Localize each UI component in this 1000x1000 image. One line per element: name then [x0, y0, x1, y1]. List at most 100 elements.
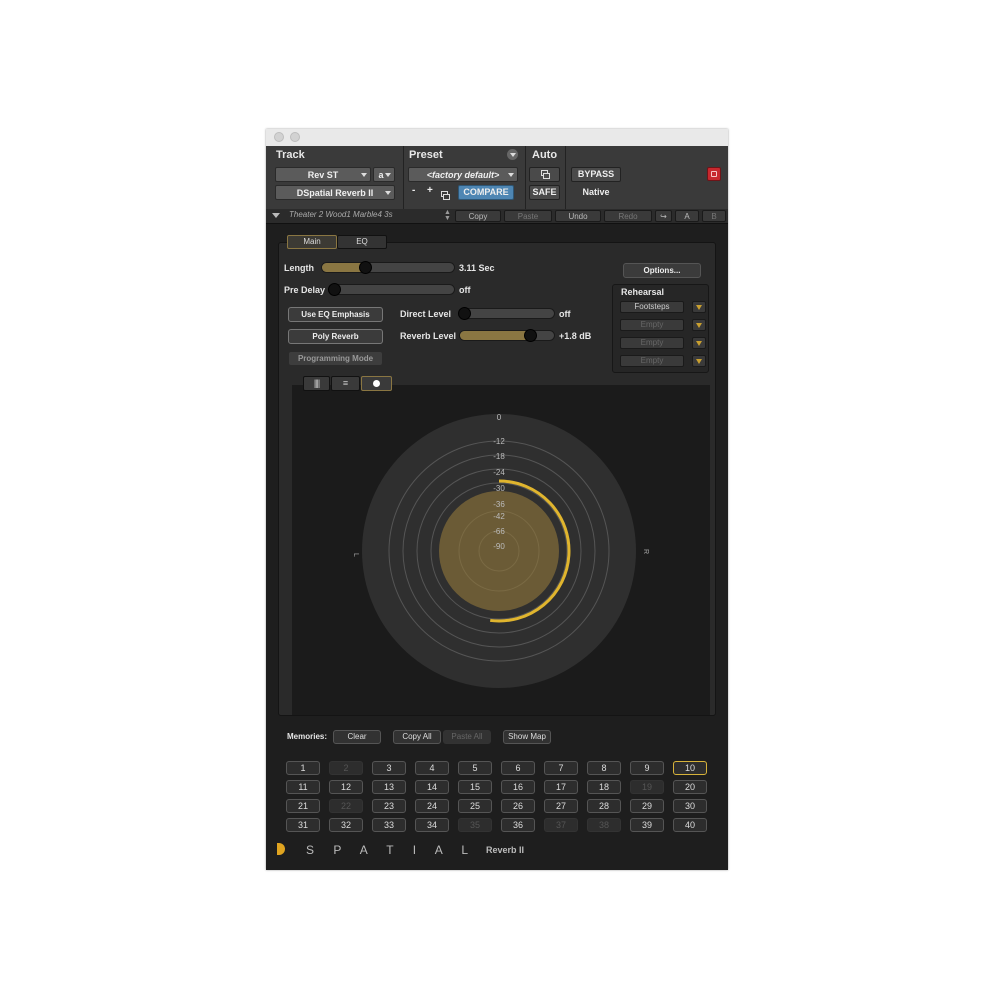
- a-button[interactable]: A: [675, 210, 699, 222]
- length-label: Length: [284, 263, 314, 273]
- rehearsal-slot-3-dropdown[interactable]: [692, 337, 706, 349]
- reverb-level-slider-knob[interactable]: [524, 329, 538, 342]
- length-slider[interactable]: [321, 262, 455, 273]
- memory-slot-button[interactable]: 34: [415, 818, 449, 832]
- track-name-field[interactable]: Rev ST: [275, 167, 371, 182]
- memory-slot-button[interactable]: 5: [458, 761, 492, 775]
- spatial-display[interactable]: 0 -12 -18 -24 -30 -36 -42 -66 -90 L R: [292, 385, 710, 715]
- preset-path-menu-icon[interactable]: [272, 213, 280, 218]
- memory-slot-button[interactable]: 39: [630, 818, 664, 832]
- rehearsal-slot-3[interactable]: Empty: [620, 337, 684, 349]
- preset-label: Preset: [409, 149, 443, 161]
- memory-slot-button[interactable]: 18: [587, 780, 621, 794]
- memory-slot-button[interactable]: 38: [587, 818, 621, 832]
- memory-slot-button[interactable]: 25: [458, 799, 492, 813]
- memory-slot-button[interactable]: 13: [372, 780, 406, 794]
- options-button[interactable]: Options...: [623, 263, 701, 278]
- rehearsal-slot-1[interactable]: Footsteps: [620, 301, 684, 313]
- radar-right-label: R: [642, 549, 649, 554]
- memory-slot-button[interactable]: 17: [544, 780, 578, 794]
- preset-library-icon[interactable]: [441, 187, 450, 200]
- memory-slot-button[interactable]: 3: [372, 761, 406, 775]
- preset-select[interactable]: <factory default>: [408, 167, 518, 182]
- predelay-slider[interactable]: [329, 284, 455, 295]
- track-channel-select[interactable]: a: [373, 167, 395, 182]
- memory-slot-button[interactable]: 8: [587, 761, 621, 775]
- memories-copy-all-button[interactable]: Copy All: [393, 730, 441, 744]
- memory-slot-button[interactable]: 21: [286, 799, 320, 813]
- view-list-button[interactable]: ≡: [331, 376, 360, 391]
- memory-slot-button[interactable]: 35: [458, 818, 492, 832]
- undo-button[interactable]: Undo: [555, 210, 601, 222]
- memory-slot-button[interactable]: 37: [544, 818, 578, 832]
- memory-slot-button[interactable]: 33: [372, 818, 406, 832]
- memories-show-map-button[interactable]: Show Map: [503, 730, 551, 744]
- reverb-level-label: Reverb Level: [400, 331, 457, 341]
- memory-slot-button[interactable]: 16: [501, 780, 535, 794]
- close-window-button[interactable]: [274, 132, 284, 142]
- preset-menu-icon[interactable]: [507, 149, 518, 160]
- memory-slot-button[interactable]: 28: [587, 799, 621, 813]
- reverb-level-slider[interactable]: [459, 330, 555, 341]
- auto-window-button[interactable]: [529, 167, 560, 182]
- preset-next-button[interactable]: +: [427, 185, 433, 196]
- memory-slot-button[interactable]: 20: [673, 780, 707, 794]
- memory-slot-button[interactable]: 29: [630, 799, 664, 813]
- chevron-down-icon: [696, 323, 702, 328]
- bypass-button[interactable]: BYPASS: [571, 167, 621, 182]
- preset-stepper-icon[interactable]: ▲ ▼: [444, 209, 451, 222]
- plugin-select[interactable]: DSpatial Reverb II: [275, 185, 395, 200]
- memory-slot-button[interactable]: 40: [673, 818, 707, 832]
- tab-eq[interactable]: EQ: [337, 235, 387, 249]
- preset-prev-button[interactable]: -: [412, 185, 415, 196]
- memory-slot-button[interactable]: 27: [544, 799, 578, 813]
- poly-reverb-button[interactable]: Poly Reverb: [288, 329, 383, 344]
- rehearsal-slot-2[interactable]: Empty: [620, 319, 684, 331]
- memory-slot-button[interactable]: 31: [286, 818, 320, 832]
- view-bars-button[interactable]: ||||: [303, 376, 330, 391]
- memory-slot-button[interactable]: 4: [415, 761, 449, 775]
- memory-slot-button[interactable]: 32: [329, 818, 363, 832]
- memory-slot-button[interactable]: 24: [415, 799, 449, 813]
- ab-swap-icon[interactable]: ↪: [655, 210, 672, 222]
- rehearsal-slot-1-dropdown[interactable]: [692, 301, 706, 313]
- direct-level-slider-knob[interactable]: [458, 307, 471, 320]
- view-radar-button[interactable]: [361, 376, 392, 391]
- reverb-level-value: +1.8 dB: [559, 331, 592, 341]
- tab-main[interactable]: Main: [287, 235, 337, 249]
- memory-slot-button[interactable]: 7: [544, 761, 578, 775]
- memory-slot-button[interactable]: 36: [501, 818, 535, 832]
- memory-slot-button[interactable]: 6: [501, 761, 535, 775]
- b-button[interactable]: B: [702, 210, 726, 222]
- copy-button[interactable]: Copy: [455, 210, 501, 222]
- plugin-window: Track Preset Auto Rev ST a DSpatial Reve…: [266, 129, 728, 870]
- memory-slot-button[interactable]: 1: [286, 761, 320, 775]
- redo-button[interactable]: Redo: [604, 210, 652, 222]
- direct-level-slider[interactable]: [459, 308, 555, 319]
- safe-button[interactable]: SAFE: [529, 185, 560, 200]
- memory-slot-button[interactable]: 9: [630, 761, 664, 775]
- predelay-slider-knob[interactable]: [328, 283, 341, 296]
- memory-slot-button[interactable]: 14: [415, 780, 449, 794]
- memory-slot-button[interactable]: 23: [372, 799, 406, 813]
- rehearsal-slot-4-dropdown[interactable]: [692, 355, 706, 367]
- memory-slot-button[interactable]: 19: [630, 780, 664, 794]
- memory-slot-button[interactable]: 15: [458, 780, 492, 794]
- programming-mode-button[interactable]: Programming Mode: [288, 351, 383, 366]
- memory-slot-button[interactable]: 11: [286, 780, 320, 794]
- memory-slot-button[interactable]: 22: [329, 799, 363, 813]
- memories-clear-button[interactable]: Clear: [333, 730, 381, 744]
- paste-button[interactable]: Paste: [504, 210, 552, 222]
- compare-button[interactable]: COMPARE: [458, 185, 514, 200]
- memory-slot-button[interactable]: 26: [501, 799, 535, 813]
- memory-slot-button[interactable]: 2: [329, 761, 363, 775]
- memories-paste-all-button[interactable]: Paste All: [443, 730, 491, 744]
- minimize-window-button[interactable]: [290, 132, 300, 142]
- eq-emphasis-button[interactable]: Use EQ Emphasis: [288, 307, 383, 322]
- rehearsal-slot-4[interactable]: Empty: [620, 355, 684, 367]
- memory-slot-button[interactable]: 10: [673, 761, 707, 775]
- memory-slot-button[interactable]: 30: [673, 799, 707, 813]
- memory-slot-button[interactable]: 12: [329, 780, 363, 794]
- plugin-power-icon[interactable]: [707, 167, 721, 181]
- rehearsal-slot-2-dropdown[interactable]: [692, 319, 706, 331]
